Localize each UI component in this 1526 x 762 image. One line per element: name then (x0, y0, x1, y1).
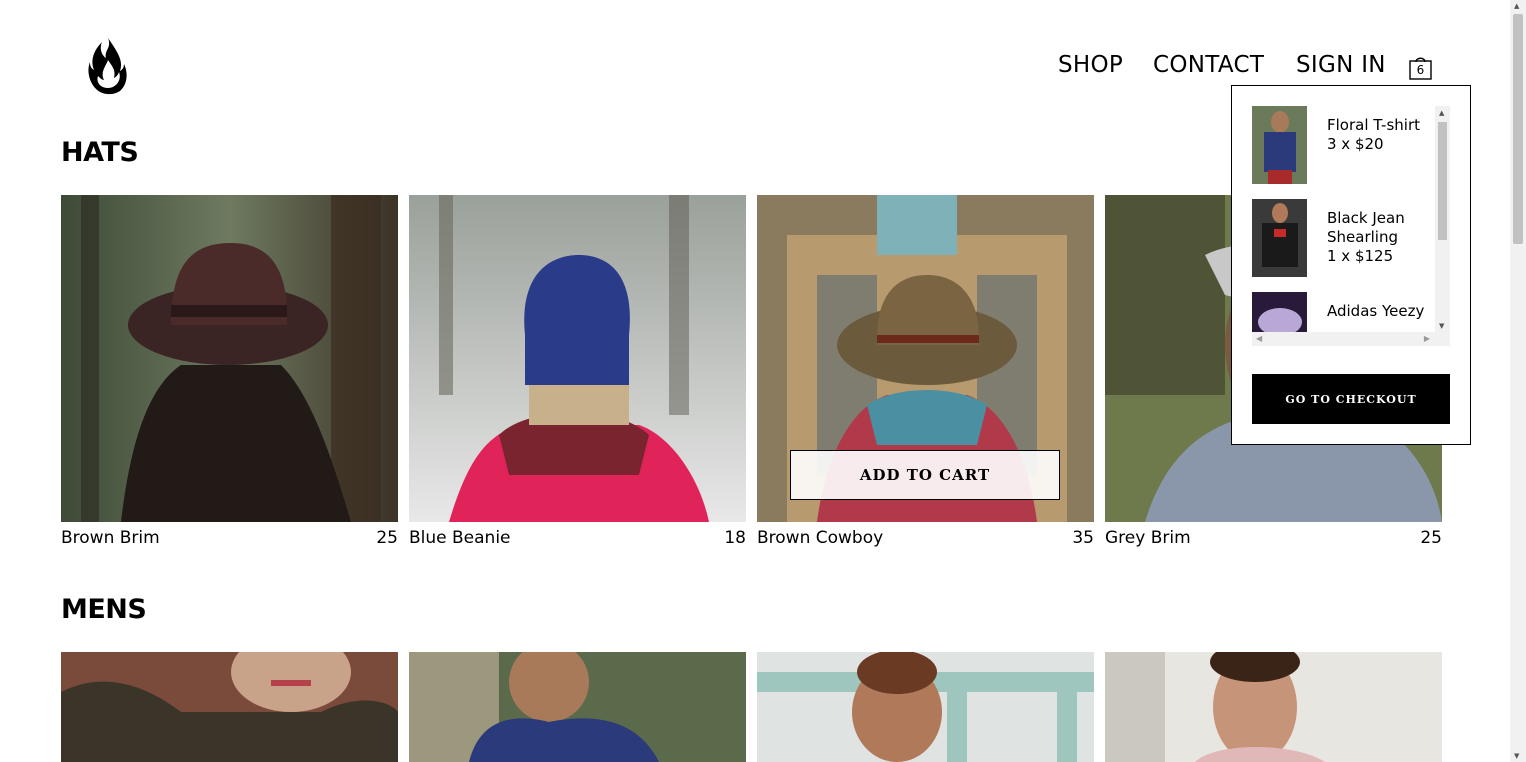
product-name: Brown Brim (61, 528, 160, 548)
product-image[interactable] (1105, 652, 1442, 762)
product-card[interactable] (1105, 652, 1442, 762)
product-footer: Blue Beanie 18 (409, 528, 746, 548)
product-name: Blue Beanie (409, 528, 511, 548)
scrollbar-thumb[interactable] (1438, 122, 1447, 240)
product-card[interactable]: ADD TO CART Brown Cowboy 35 (757, 195, 1094, 548)
cart-item-name: Floral T-shirt (1327, 116, 1421, 134)
product-image[interactable] (409, 652, 746, 762)
product-image[interactable] (757, 652, 1094, 762)
scroll-down-icon[interactable]: ▼ (1439, 322, 1444, 330)
cart-items-list[interactable]: Floral T-shirt 3 x $20 Black Jean Shearl… (1252, 106, 1450, 346)
cart-horizontal-scrollbar[interactable]: ◀ ▶ (1252, 332, 1450, 346)
nav-contact[interactable]: CONTACT (1153, 52, 1264, 78)
nav-shop[interactable]: SHOP (1058, 52, 1123, 78)
cart-item-qty: 3 x $20 (1327, 135, 1384, 153)
nav-contact-link[interactable]: CONTACT (1153, 52, 1264, 78)
cart-item-name: Adidas Yeezy (1327, 302, 1425, 320)
product-card[interactable] (757, 652, 1094, 762)
product-footer: Grey Brim 25 (1105, 528, 1442, 548)
go-to-checkout-button[interactable]: GO TO CHECKOUT (1252, 374, 1450, 424)
product-card[interactable] (409, 652, 746, 762)
flame-logo-icon[interactable] (86, 36, 130, 96)
section-title-hats[interactable]: HATS (61, 137, 139, 168)
cart-item-qty: 1 x $125 (1327, 247, 1394, 265)
nav-shop-link[interactable]: SHOP (1058, 52, 1123, 78)
product-price: 18 (724, 528, 746, 548)
cart-dropdown: Floral T-shirt 3 x $20 Black Jean Shearl… (1231, 85, 1471, 445)
cart-item-name: Black Jean Shearling (1327, 209, 1405, 246)
cart-item-info: Floral T-shirt 3 x $20 (1327, 116, 1427, 199)
nav-sign-in[interactable]: SIGN IN (1296, 52, 1386, 78)
page-scrollbar-thumb[interactable] (1513, 14, 1523, 244)
cart-item: Black Jean Shearling 1 x $125 (1252, 199, 1450, 292)
page-scrollbar[interactable]: ▲ ▼ (1510, 0, 1526, 762)
cart-item-image (1252, 106, 1307, 184)
add-to-cart-button[interactable]: ADD TO CART (790, 450, 1060, 500)
product-image[interactable]: ADD TO CART (757, 195, 1094, 522)
shopping-bag-icon[interactable]: 6 (1409, 55, 1432, 80)
cart-item: Floral T-shirt 3 x $20 (1252, 106, 1450, 199)
product-image[interactable] (61, 652, 398, 762)
cart-vertical-scrollbar[interactable]: ▲ ▼ (1435, 106, 1450, 332)
product-footer: Brown Cowboy 35 (757, 528, 1094, 548)
product-card[interactable] (61, 652, 398, 762)
scroll-up-icon[interactable]: ▲ (1514, 2, 1519, 10)
product-name: Grey Brim (1105, 528, 1191, 548)
section-title-mens[interactable]: MENS (61, 594, 147, 625)
product-price: 25 (1420, 528, 1442, 548)
nav-sign-in-link[interactable]: SIGN IN (1296, 52, 1386, 78)
scroll-right-icon[interactable]: ▶ (1424, 334, 1430, 343)
product-card[interactable]: Blue Beanie 18 (409, 195, 746, 548)
mens-grid (61, 652, 1442, 762)
product-price: 25 (376, 528, 398, 548)
product-price: 35 (1072, 528, 1094, 548)
cart-item-image (1252, 199, 1307, 277)
product-image[interactable] (409, 195, 746, 522)
scroll-left-icon[interactable]: ◀ (1256, 334, 1262, 343)
product-card[interactable]: Brown Brim 25 (61, 195, 398, 548)
scroll-down-icon[interactable]: ▼ (1514, 752, 1519, 760)
product-image[interactable] (61, 195, 398, 522)
cart-item-info: Black Jean Shearling 1 x $125 (1327, 209, 1427, 292)
product-name: Brown Cowboy (757, 528, 884, 548)
scroll-up-icon[interactable]: ▲ (1439, 109, 1444, 117)
product-footer: Brown Brim 25 (61, 528, 398, 548)
cart-count: 6 (1416, 63, 1425, 77)
